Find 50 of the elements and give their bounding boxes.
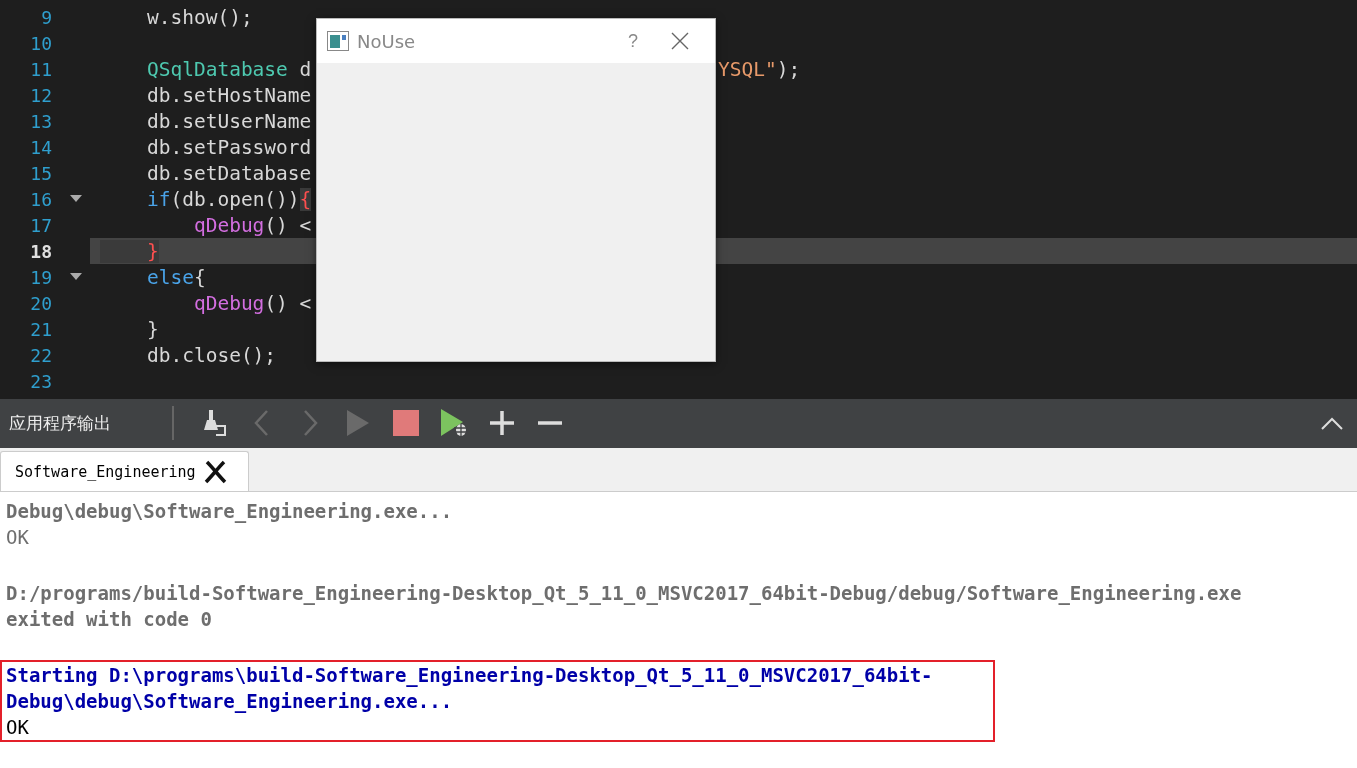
output-line: D:/programs/build-Software_Engineering-Desktop_Qt_5_11_0_MSVC2017_64bit-Debug/debug/Software_Engineering.exe [6,581,1243,606]
output-tab[interactable]: Software_Engineering [0,451,249,491]
output-line: OK [6,525,30,550]
window-title: NoUse [357,30,417,52]
line-number: 22 [29,344,52,366]
fold-arrow-icon[interactable] [70,195,82,203]
line-number: 13 [29,110,52,132]
line-number: 23 [29,370,52,392]
line-number: 16 [29,188,52,210]
fold-arrow-icon[interactable] [70,273,82,281]
code-line: QSqlDatabase d [145,57,312,81]
line-number: 14 [29,136,52,158]
code-line: db.setHostName [145,83,312,107]
plus-icon [489,410,515,437]
app-icon [327,31,349,51]
code-line: db.setUserName [145,109,312,133]
code-line: qDebug() < [192,213,312,237]
play-icon [346,409,370,438]
output-line: OK [6,715,30,740]
help-button[interactable]: ? [613,29,653,53]
output-line: Starting D:\programs\build-Software_Engineering-Desktop_Qt_5_11_0_MSVC2017_64bit- [6,663,934,688]
stop-icon [393,410,419,437]
play-bug-icon [440,408,468,439]
code-line: db.setPassword [145,135,312,159]
close-icon[interactable] [203,459,228,484]
output-line: Debug\debug\Software_Engineering.exe... [6,499,454,524]
line-number: 20 [29,292,52,314]
line-number: 10 [29,32,52,54]
caret-up-icon[interactable] [1321,416,1343,431]
line-number: 15 [29,162,52,184]
line-number: 12 [29,84,52,106]
code-line: db.close(); [145,343,277,367]
output-line: Debug\debug\Software_Engineering.exe... [6,689,454,714]
code-line: qDebug() < [192,291,312,315]
line-number: 9 [40,6,52,28]
line-number: 19 [29,266,52,288]
code-line: w.show(); [145,5,253,29]
code-line: else{ [145,265,206,289]
output-line: exited with code 0 [6,607,213,632]
pane-title: 应用程序输出 [8,411,112,435]
code-line: } [145,317,159,341]
line-number: 21 [29,318,52,340]
line-number: 18 [29,240,52,262]
line-number: 17 [29,214,52,236]
code-line: db.setDatabase [145,161,312,185]
minus-icon [537,421,563,426]
code-line: YSQL"); [718,57,801,81]
code-editor[interactable] [0,0,1357,399]
code-line: if(db.open()){ [145,187,312,211]
line-number: 11 [29,58,52,80]
